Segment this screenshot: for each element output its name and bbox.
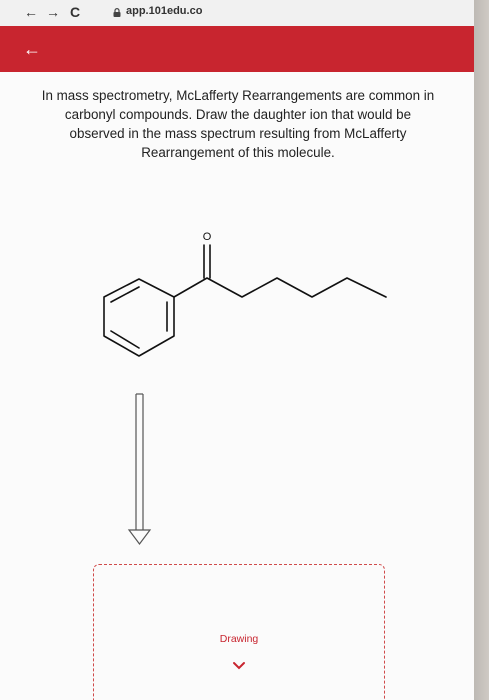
drawing-area[interactable]: Drawing [93, 564, 385, 700]
device-screen: ← → C app.101edu.co ← In mass spectromet… [0, 0, 474, 700]
chevron-down-icon[interactable] [232, 661, 246, 671]
reaction-arrow [127, 393, 152, 545]
drawing-label: Drawing [219, 633, 259, 645]
device-bezel [474, 0, 489, 700]
